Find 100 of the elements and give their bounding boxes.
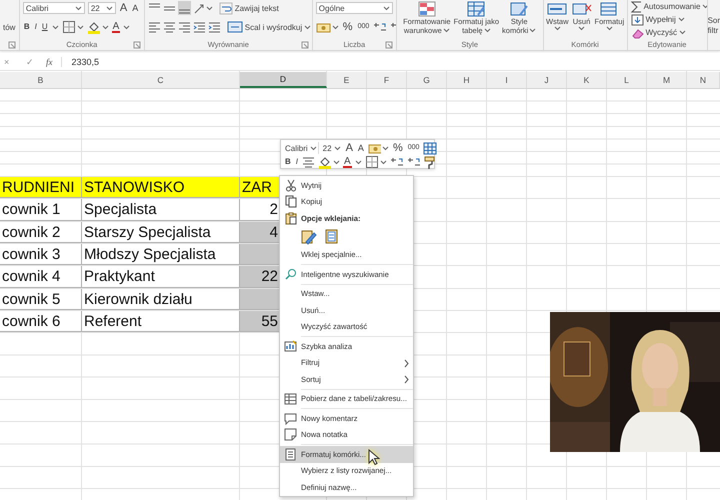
table-cell: cownik 5 [0,288,82,310]
percent-button[interactable]: % [342,21,354,33]
format-cells-icon [599,1,620,17]
decrease-font-button[interactable]: A [131,2,140,14]
caret-icon[interactable] [332,24,339,30]
table-cell: Specjalista [82,199,240,221]
caret-icon[interactable] [382,6,390,10]
caret-icon[interactable] [52,24,59,30]
text-angle-icon[interactable] [192,2,205,14]
number-format-icon[interactable] [368,142,381,154]
decimal-icon[interactable] [390,156,404,168]
decimal-icon[interactable] [406,156,421,168]
insert-function-button[interactable]: fx [46,56,62,66]
wrap-text-button[interactable]: Zawijaj tekst [218,2,279,14]
italic-button[interactable]: I [294,156,300,168]
caret-icon[interactable] [106,6,113,10]
number-format-dropdown[interactable]: Ogólne [316,2,393,14]
column-header[interactable]: M [647,72,687,88]
eraser-icon [630,26,644,38]
caret-icon[interactable] [123,24,130,30]
font-name-dropdown[interactable]: Calibri [284,142,319,154]
fill-color-icon[interactable] [86,20,101,34]
indent-icon[interactable] [192,20,206,34]
column-header[interactable]: F [367,72,407,88]
dialog-launcher-icon[interactable] [8,41,16,49]
indent-icon[interactable] [208,20,221,34]
button-label[interactable]: tów [3,22,16,32]
caret-icon [442,28,450,33]
vertical-align-icon[interactable] [178,1,191,15]
font-size-dropdown[interactable]: 22 [322,142,342,154]
borders-icon[interactable] [364,155,379,169]
fill-color-icon[interactable] [318,154,332,170]
caret-icon[interactable] [102,24,109,30]
dialog-launcher-icon[interactable] [384,41,393,49]
insert-cells-icon [547,1,568,17]
font-name-dropdown[interactable]: Calibri [22,2,85,14]
percent-button[interactable]: % [392,142,404,154]
align-icon[interactable] [302,156,316,168]
merge-center-button[interactable]: Scal i wyśrodkuj [226,20,312,34]
bold-button[interactable]: B [284,156,292,168]
caret-icon [484,28,491,33]
paste-values-icon[interactable] [324,228,339,245]
sigma-icon [630,0,642,12]
increase-font-button[interactable]: A [344,142,354,154]
mouse-cursor-icon [368,449,380,466]
decimal-icon[interactable] [373,21,388,33]
clipboard-icon [285,212,297,225]
column-header[interactable]: G [407,72,447,88]
caret-icon[interactable] [76,24,84,30]
formula-field[interactable]: 2330,5 [72,56,100,66]
underline-button[interactable]: U [40,21,49,33]
font-size-dropdown[interactable]: 22 [88,2,116,14]
table-cell: cownik 1 [0,199,82,221]
fill-button[interactable]: Wypełnij [630,14,704,25]
dialog-launcher-icon[interactable] [300,41,309,49]
caret-icon[interactable] [382,146,389,150]
scissors-icon [284,178,296,192]
caret-icon[interactable] [333,160,340,164]
increase-font-button[interactable]: A [118,2,128,14]
column-header[interactable]: I [487,72,527,88]
caret-icon[interactable] [380,160,387,164]
caret-icon [702,4,707,9]
column-header[interactable]: L [607,72,647,88]
caret-icon [578,26,586,31]
quick-analysis-icon [284,340,297,352]
column-header[interactable]: J [527,72,567,88]
paste-formatting-icon[interactable] [301,228,317,244]
column-header[interactable]: D [240,72,327,88]
currency-icon[interactable] [316,20,331,34]
table-icon [284,392,297,405]
format-cells-icon [284,448,297,461]
wrap-text-icon [218,2,233,14]
caret-icon[interactable] [334,146,341,150]
caret-icon[interactable] [310,146,317,150]
sort-filter-button[interactable]: Sor filtr [708,0,720,36]
column-header[interactable]: K [567,72,607,88]
bold-button[interactable]: B [22,21,31,33]
borders-icon[interactable] [62,20,76,34]
caret-icon[interactable] [354,160,362,164]
dialog-launcher-icon[interactable] [132,41,141,49]
align-icon[interactable] [148,20,161,34]
column-header[interactable]: B [0,72,82,88]
column-header[interactable]: H [447,72,487,88]
italic-button[interactable]: I [34,21,38,33]
caret-icon[interactable] [206,6,213,10]
align-icon[interactable] [162,20,176,34]
column-header[interactable]: E [327,72,367,88]
decrease-font-button[interactable]: A [356,142,365,154]
autosum-button[interactable]: Autosumowanie [630,1,704,12]
font-color-button[interactable]: A [343,156,352,168]
caret-icon [554,26,561,31]
table-cell: cownik 4 [0,266,82,288]
caret-icon [606,26,613,31]
table-cell: cownik 3 [0,244,82,266]
caret-icon[interactable] [74,6,82,10]
font-color-button[interactable]: A [112,22,120,32]
column-header[interactable]: N [687,72,720,88]
align-icon[interactable] [178,20,191,34]
caret-icon [679,30,686,35]
clear-button[interactable]: Wyczyść [630,27,704,38]
